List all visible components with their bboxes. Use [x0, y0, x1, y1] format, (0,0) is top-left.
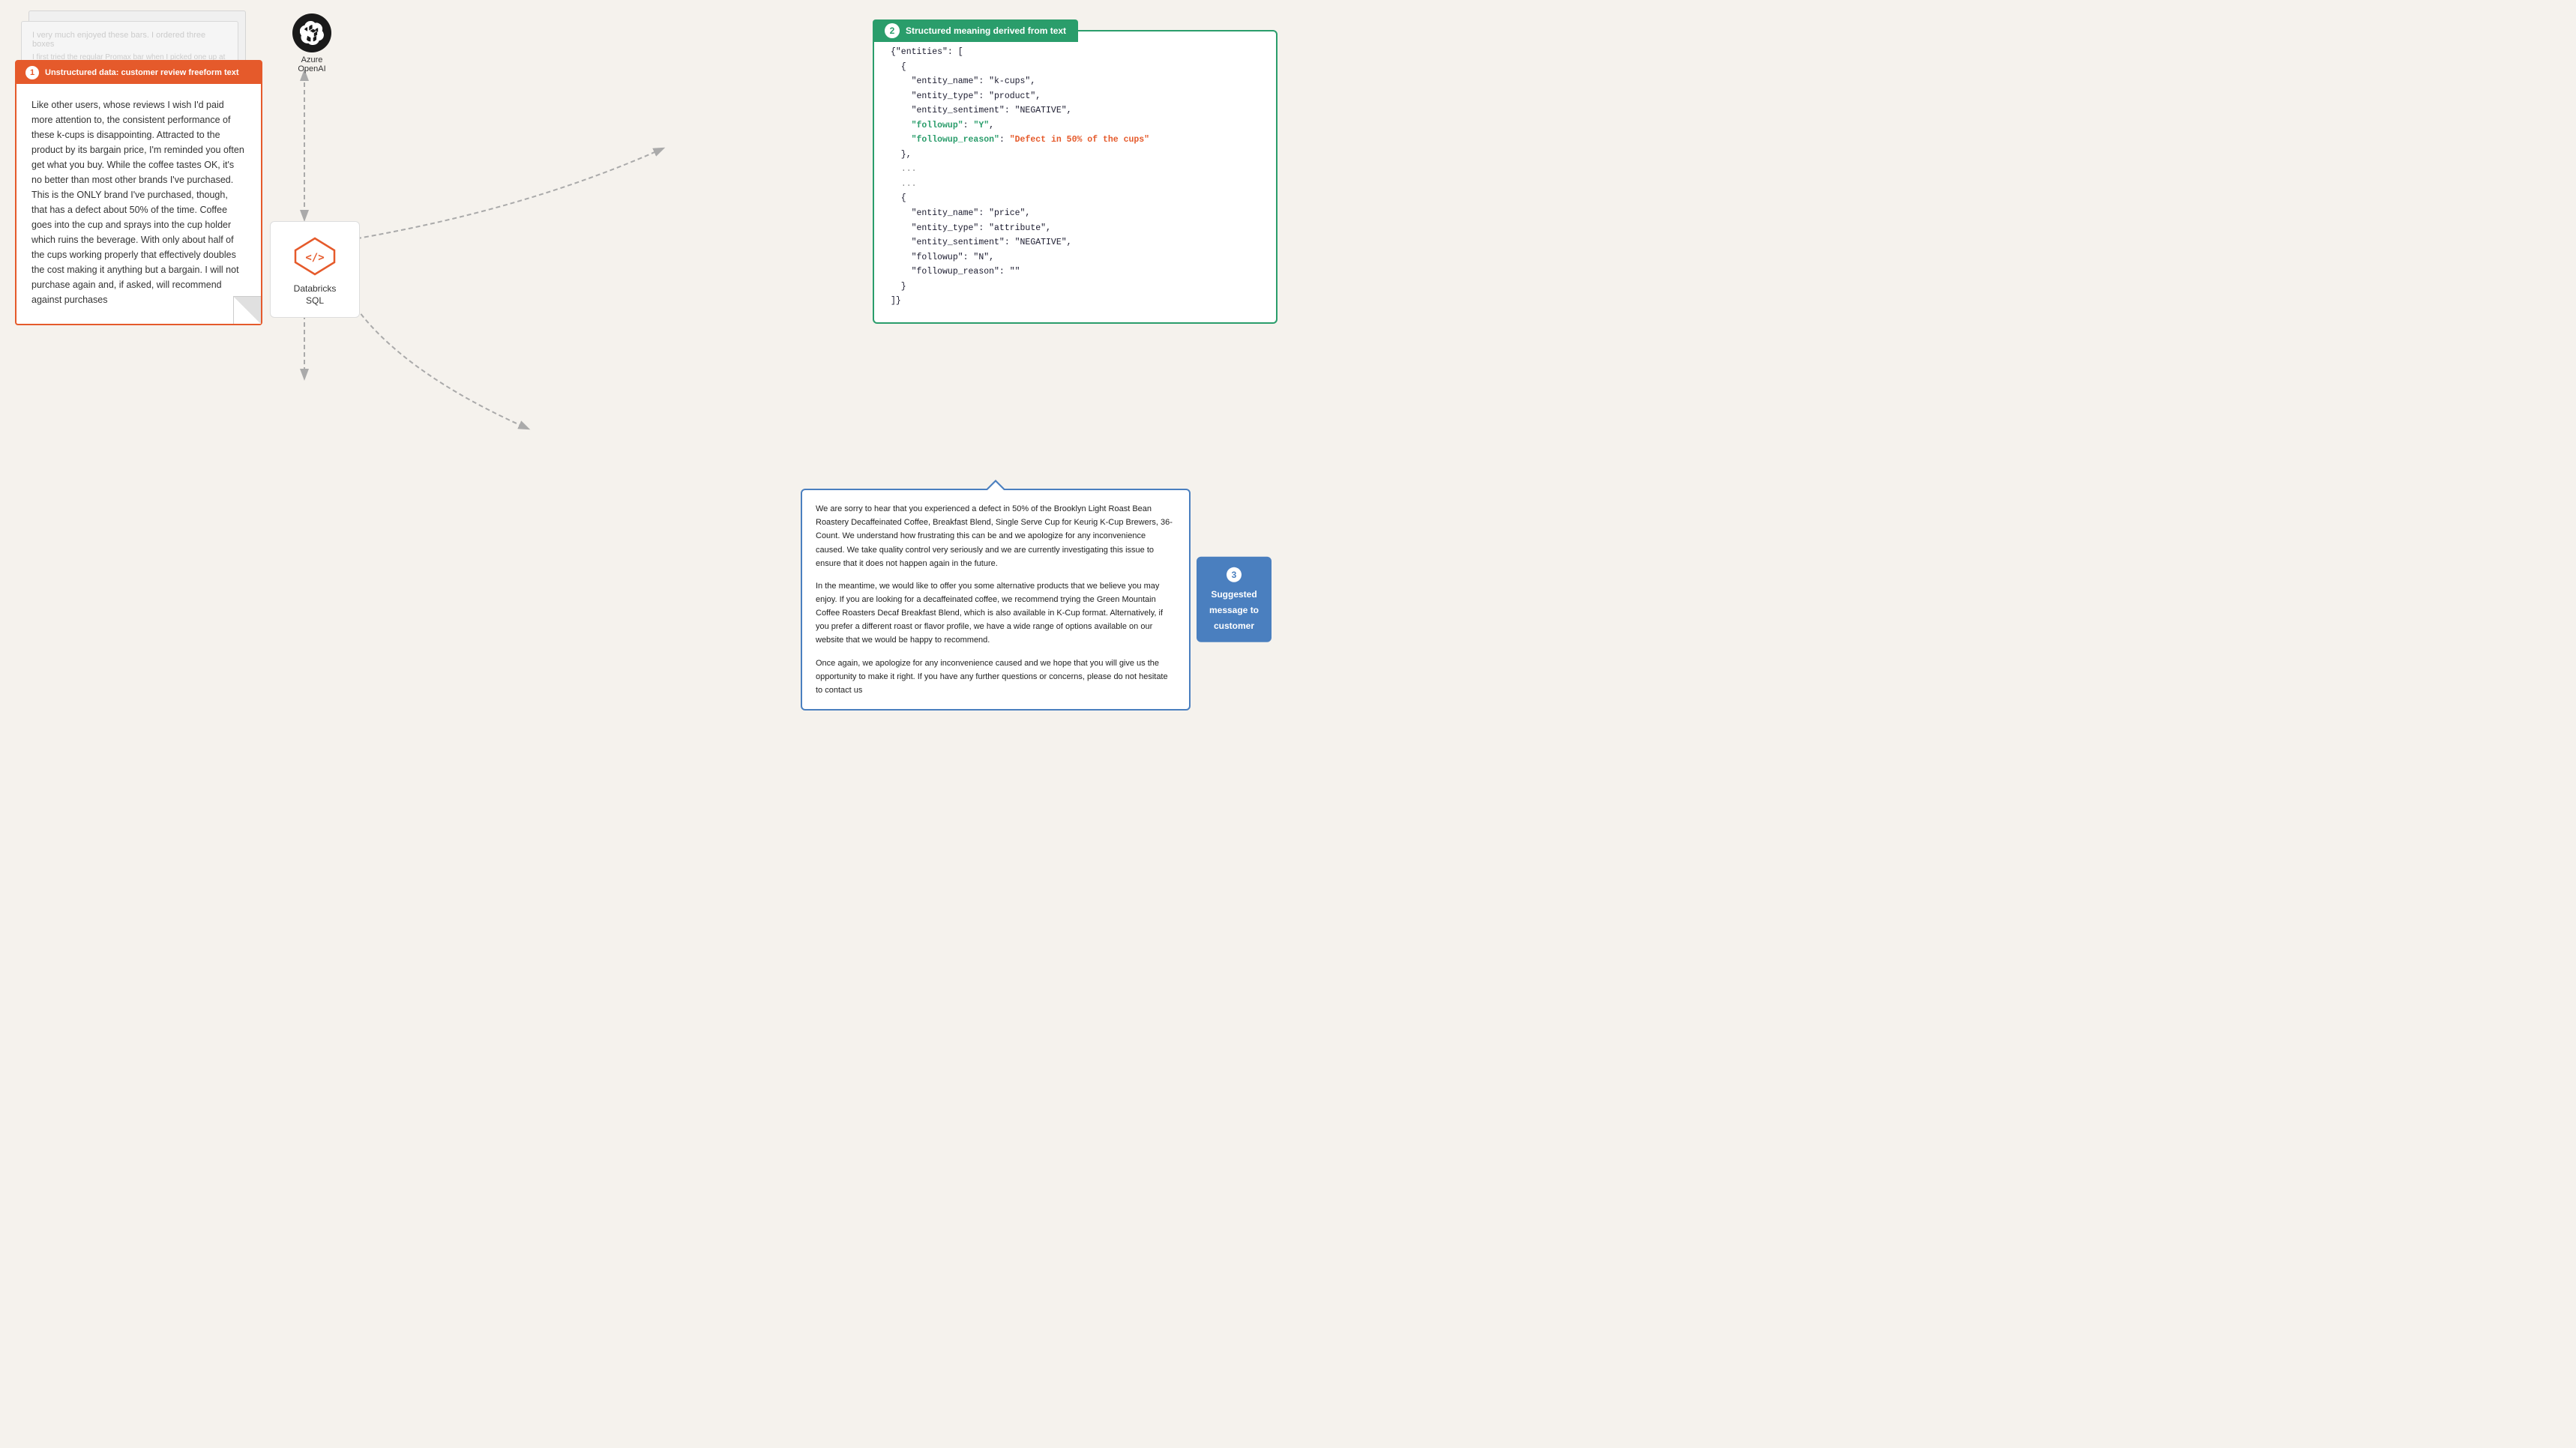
- message-label: 3 Suggested message to customer: [1197, 557, 1272, 642]
- azure-openai-widget: Azure OpenAI: [292, 13, 331, 73]
- message-box: We are sorry to hear that you experience…: [801, 489, 1191, 711]
- json-content: {"entities": [ { "entity_name": "k-cups"…: [874, 31, 1276, 322]
- review-badge: 1: [25, 66, 39, 79]
- json-badge: 2: [885, 23, 900, 38]
- review-card-body: Like other users, whose reviews I wish I…: [16, 84, 261, 324]
- svg-text:</>: </>: [305, 252, 324, 264]
- databricks-box: </> Databricks SQL: [270, 221, 360, 318]
- message-para2: In the meantime, we would like to offer …: [816, 579, 1176, 648]
- json-box-label: 2 Structured meaning derived from text: [873, 19, 1078, 42]
- json-output-box: 2 Structured meaning derived from text {…: [873, 30, 1278, 324]
- message-para3: Once again, we apologize for any inconve…: [816, 657, 1176, 697]
- review-card: 1 Unstructured data: customer review fre…: [15, 60, 262, 325]
- review-card-label: 1 Unstructured data: customer review fre…: [16, 61, 261, 84]
- azure-openai-icon: [292, 13, 331, 52]
- message-badge: 3: [1227, 567, 1242, 582]
- azure-openai-label: Azure OpenAI: [298, 55, 325, 73]
- message-content: We are sorry to hear that you experience…: [802, 490, 1189, 709]
- databricks-icon: </>: [291, 235, 339, 277]
- databricks-label: Databricks SQL: [294, 283, 337, 307]
- message-para1: We are sorry to hear that you experience…: [816, 502, 1176, 570]
